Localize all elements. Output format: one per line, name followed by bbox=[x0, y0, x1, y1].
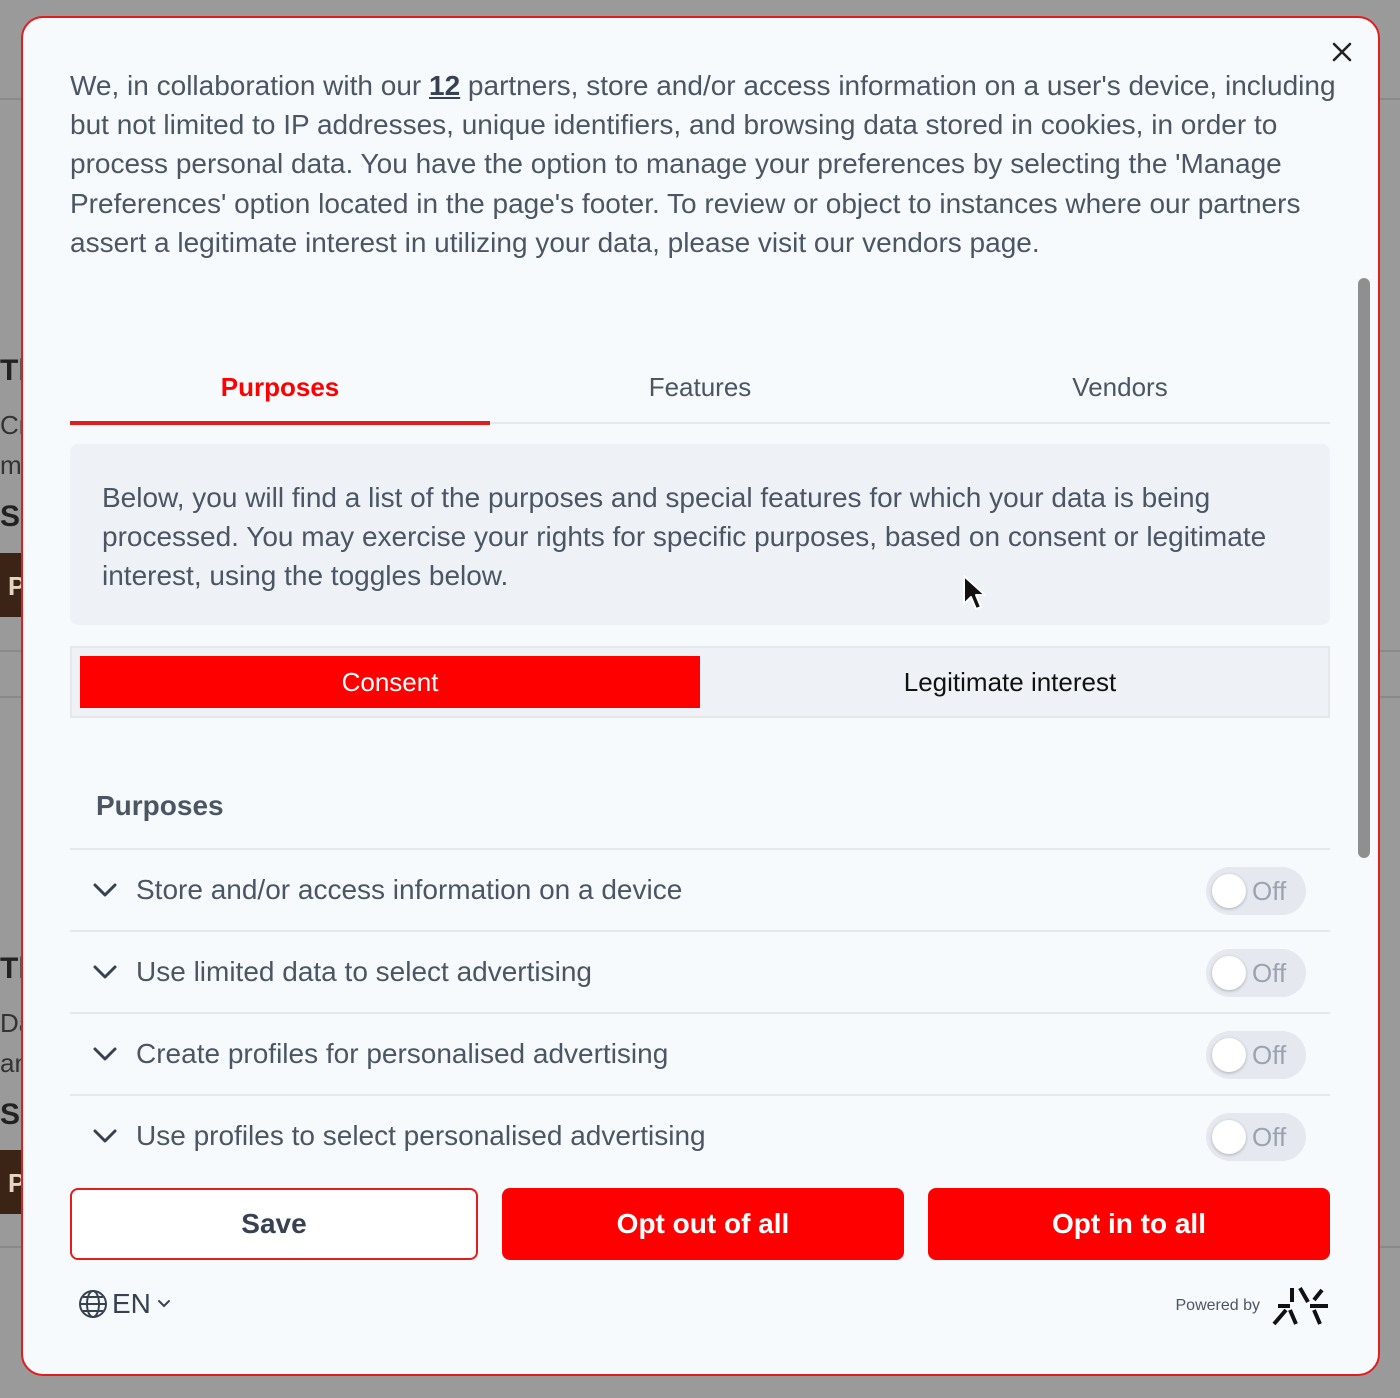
purpose-label: Use profiles to select personalised adve… bbox=[136, 1120, 706, 1151]
purpose-toggle[interactable]: Off bbox=[1206, 867, 1306, 915]
purpose-row[interactable]: Use profiles to select personalised adve… bbox=[70, 1094, 1330, 1176]
toggle-state-label: Off bbox=[1252, 875, 1287, 906]
chevron-down-icon[interactable] bbox=[90, 1121, 120, 1151]
intro-text-start: We, in collaboration with our bbox=[70, 70, 429, 101]
purpose-row[interactable]: Use limited data to select advertising O… bbox=[70, 930, 1330, 1012]
consent-intro: We, in collaboration with our 12 partner… bbox=[70, 66, 1340, 262]
consent-type-switch: Consent Legitimate interest bbox=[70, 646, 1330, 718]
language-code: EN bbox=[112, 1288, 151, 1319]
purposes-description: Below, you will find a list of the purpo… bbox=[70, 444, 1330, 625]
background-button: P bbox=[0, 1150, 25, 1214]
tab-vendors[interactable]: Vendors bbox=[910, 358, 1330, 422]
toggle-state-label: Off bbox=[1252, 1039, 1287, 1070]
toggle-knob bbox=[1212, 1120, 1246, 1154]
toggle-knob bbox=[1212, 1038, 1246, 1072]
chevron-down-icon[interactable] bbox=[90, 1039, 120, 1069]
purpose-list: Store and/or access information on a dev… bbox=[70, 848, 1330, 1176]
purpose-label: Create profiles for personalised adverti… bbox=[136, 1038, 669, 1069]
partners-link[interactable]: 12 bbox=[429, 70, 460, 101]
section-title: Purposes bbox=[96, 790, 224, 821]
toggle-knob bbox=[1212, 874, 1246, 908]
toggle-state-label: Off bbox=[1252, 957, 1287, 988]
close-icon bbox=[1332, 42, 1352, 62]
opt-in-all-button[interactable]: Opt in to all bbox=[928, 1188, 1330, 1260]
close-button[interactable] bbox=[1328, 38, 1356, 66]
action-buttons: Save Opt out of all Opt in to all bbox=[70, 1188, 1330, 1260]
brand-logo-icon bbox=[1272, 1287, 1328, 1326]
save-button[interactable]: Save bbox=[70, 1188, 478, 1260]
chevron-down-icon bbox=[157, 1300, 170, 1308]
language-selector[interactable]: EN bbox=[78, 1288, 173, 1320]
tab-features[interactable]: Features bbox=[490, 358, 910, 422]
tab-bar: Purposes Features Vendors bbox=[70, 358, 1330, 425]
powered-by-label: Powered by bbox=[1175, 1297, 1261, 1314]
purpose-toggle[interactable]: Off bbox=[1206, 1031, 1306, 1079]
globe-icon bbox=[79, 1290, 107, 1318]
toggle-knob bbox=[1212, 956, 1246, 990]
consent-modal: We, in collaboration with our 12 partner… bbox=[21, 16, 1380, 1376]
purpose-row[interactable]: Store and/or access information on a dev… bbox=[70, 848, 1330, 930]
purpose-label: Use limited data to select advertising bbox=[136, 956, 592, 987]
scrollbar-thumb[interactable] bbox=[1358, 278, 1370, 858]
mouse-cursor-icon bbox=[963, 575, 986, 610]
powered-by: Powered by bbox=[1176, 1286, 1331, 1326]
tab-purposes[interactable]: Purposes bbox=[70, 358, 490, 425]
purpose-toggle[interactable]: Off bbox=[1206, 1113, 1306, 1161]
purpose-label: Store and/or access information on a dev… bbox=[136, 874, 683, 905]
chevron-down-icon[interactable] bbox=[90, 957, 120, 987]
purpose-toggle[interactable]: Off bbox=[1206, 949, 1306, 997]
legitimate-interest-segment[interactable]: Legitimate interest bbox=[700, 656, 1320, 708]
opt-out-all-button[interactable]: Opt out of all bbox=[502, 1188, 904, 1260]
background-button: P bbox=[0, 553, 25, 617]
chevron-down-icon[interactable] bbox=[90, 875, 120, 905]
purpose-row[interactable]: Create profiles for personalised adverti… bbox=[70, 1012, 1330, 1094]
consent-segment[interactable]: Consent bbox=[80, 656, 700, 708]
toggle-state-label: Off bbox=[1252, 1121, 1287, 1152]
